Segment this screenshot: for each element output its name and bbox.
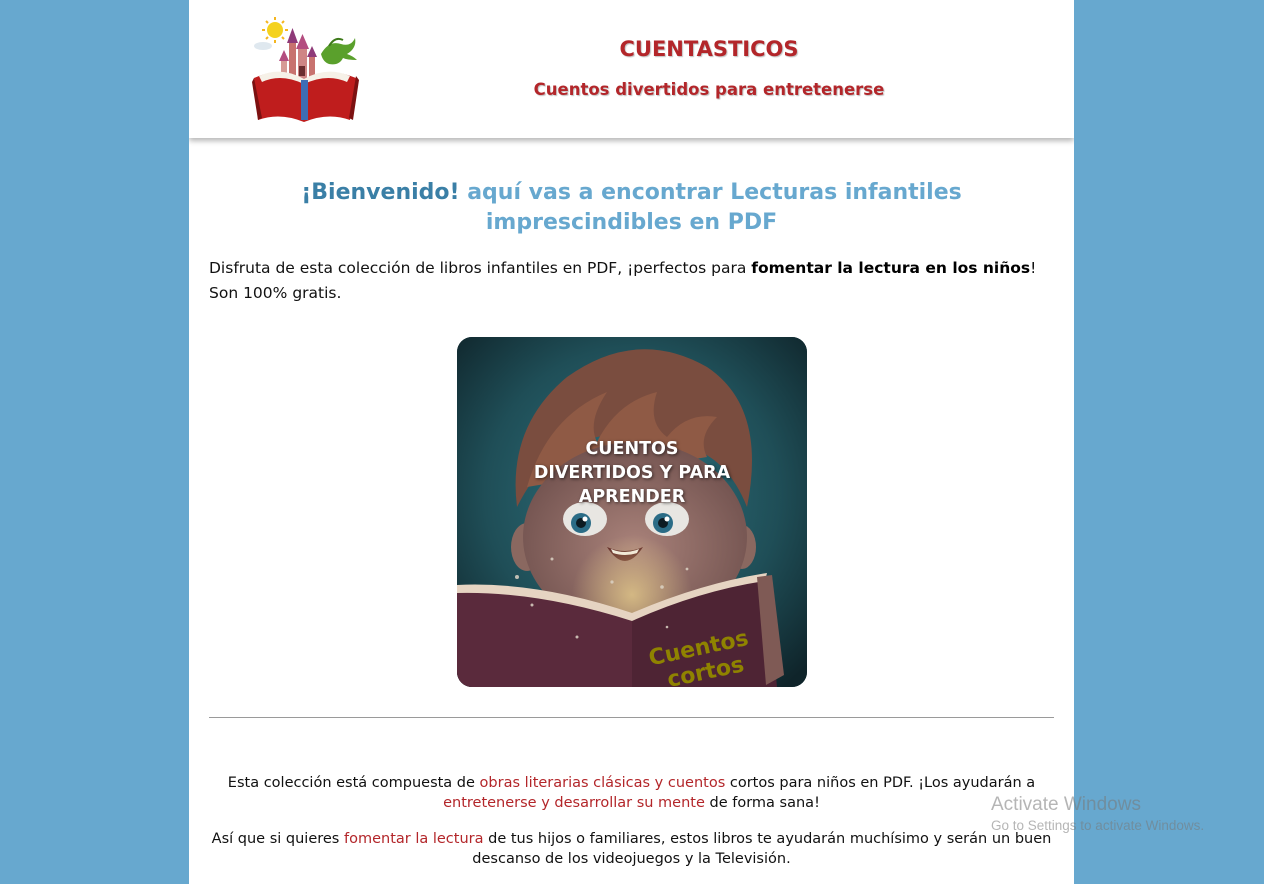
collection-highlight-1: obras literarias clásicas y cuentos <box>479 775 726 791</box>
intro-paragraph: Disfruta de esta colección de libros inf… <box>209 256 1054 306</box>
watermark-title: Activate Windows <box>991 794 1141 815</box>
reading-text-2: de tus hijos o familiares, estos libros … <box>472 831 1052 867</box>
hero-image[interactable]: Cuentos cortos CUENTOS DIVERTIDOS Y PARA… <box>457 337 807 687</box>
intro-text-before: Disfruta de esta colección de libros inf… <box>209 259 752 277</box>
hero-caption-line-2: DIVERTIDOS Y PARA <box>533 463 731 483</box>
section-divider <box>209 717 1054 718</box>
watermark-subtitle: Go to Settings to activate Windows. <box>991 818 1205 833</box>
collection-paragraph: Esta colección está compuesta de obras l… <box>209 773 1054 813</box>
windows-activation-watermark: Activate Windows Go to Settings to activ… <box>991 794 1204 833</box>
hero-caption-line-1: CUENTOS <box>585 439 679 459</box>
welcome-rest: aquí vas a encontrar Lecturas infantiles… <box>459 180 962 235</box>
site-title[interactable]: CUENTASTICOS <box>519 37 899 61</box>
reading-text-1: Así que si quieres <box>211 831 344 847</box>
hero-illustration: Cuentos cortos <box>457 337 807 687</box>
hero-caption-line-3: APRENDER <box>578 487 686 507</box>
collection-text-3: de forma sana! <box>704 795 820 811</box>
collection-text-1: Esta colección está compuesta de <box>227 775 480 791</box>
welcome-heading: ¡Bienvenido! aquí vas a encontrar Lectur… <box>209 178 1054 238</box>
storybook-castle-dragon-icon[interactable] <box>251 16 361 122</box>
reading-highlight: fomentar la lectura <box>343 831 484 847</box>
welcome-strong: ¡Bienvenido! <box>301 180 460 205</box>
reading-paragraph: Así que si quieres fomentar la lectura d… <box>209 829 1054 869</box>
intro-bold: fomentar la lectura en los niños <box>751 259 1031 277</box>
hero-caption: CUENTOS DIVERTIDOS Y PARA APRENDER <box>457 437 807 509</box>
collection-text-2: cortos para niños en PDF. ¡Los ayudarán … <box>725 775 1036 791</box>
site-tagline: Cuentos divertidos para entretenerse <box>533 80 885 99</box>
site-header: CUENTASTICOS Cuentos divertidos para ent… <box>189 0 1074 138</box>
collection-highlight-2: entretenerse y desarrollar su mente <box>443 795 705 811</box>
page-container: CUENTASTICOS Cuentos divertidos para ent… <box>189 0 1074 884</box>
